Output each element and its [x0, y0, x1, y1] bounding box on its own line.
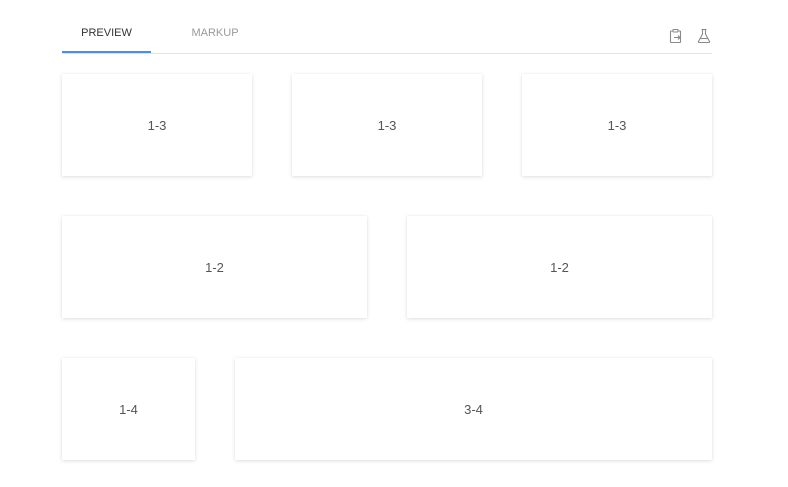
grid-cell-1-3: 1-3 [522, 74, 712, 176]
copy-to-clipboard-icon[interactable] [668, 28, 684, 44]
grid-cell-1-2: 1-2 [407, 216, 712, 318]
grid-cell-3-4: 3-4 [235, 358, 712, 460]
flask-icon[interactable] [696, 28, 712, 44]
grid-cell-1-2: 1-2 [62, 216, 367, 318]
grid-cell-1-4: 1-4 [62, 358, 195, 460]
tab-preview[interactable]: PREVIEW [62, 0, 151, 53]
tab-bar: PREVIEW MARKUP [62, 0, 712, 54]
grid-preview-page: PREVIEW MARKUP 1-3 1-3 1-3 1-2 1-2 1-4 3… [0, 0, 788, 487]
grid-cell-1-3: 1-3 [62, 74, 252, 176]
tab-markup[interactable]: MARKUP [176, 0, 254, 52]
grid-cell-1-3: 1-3 [292, 74, 482, 176]
